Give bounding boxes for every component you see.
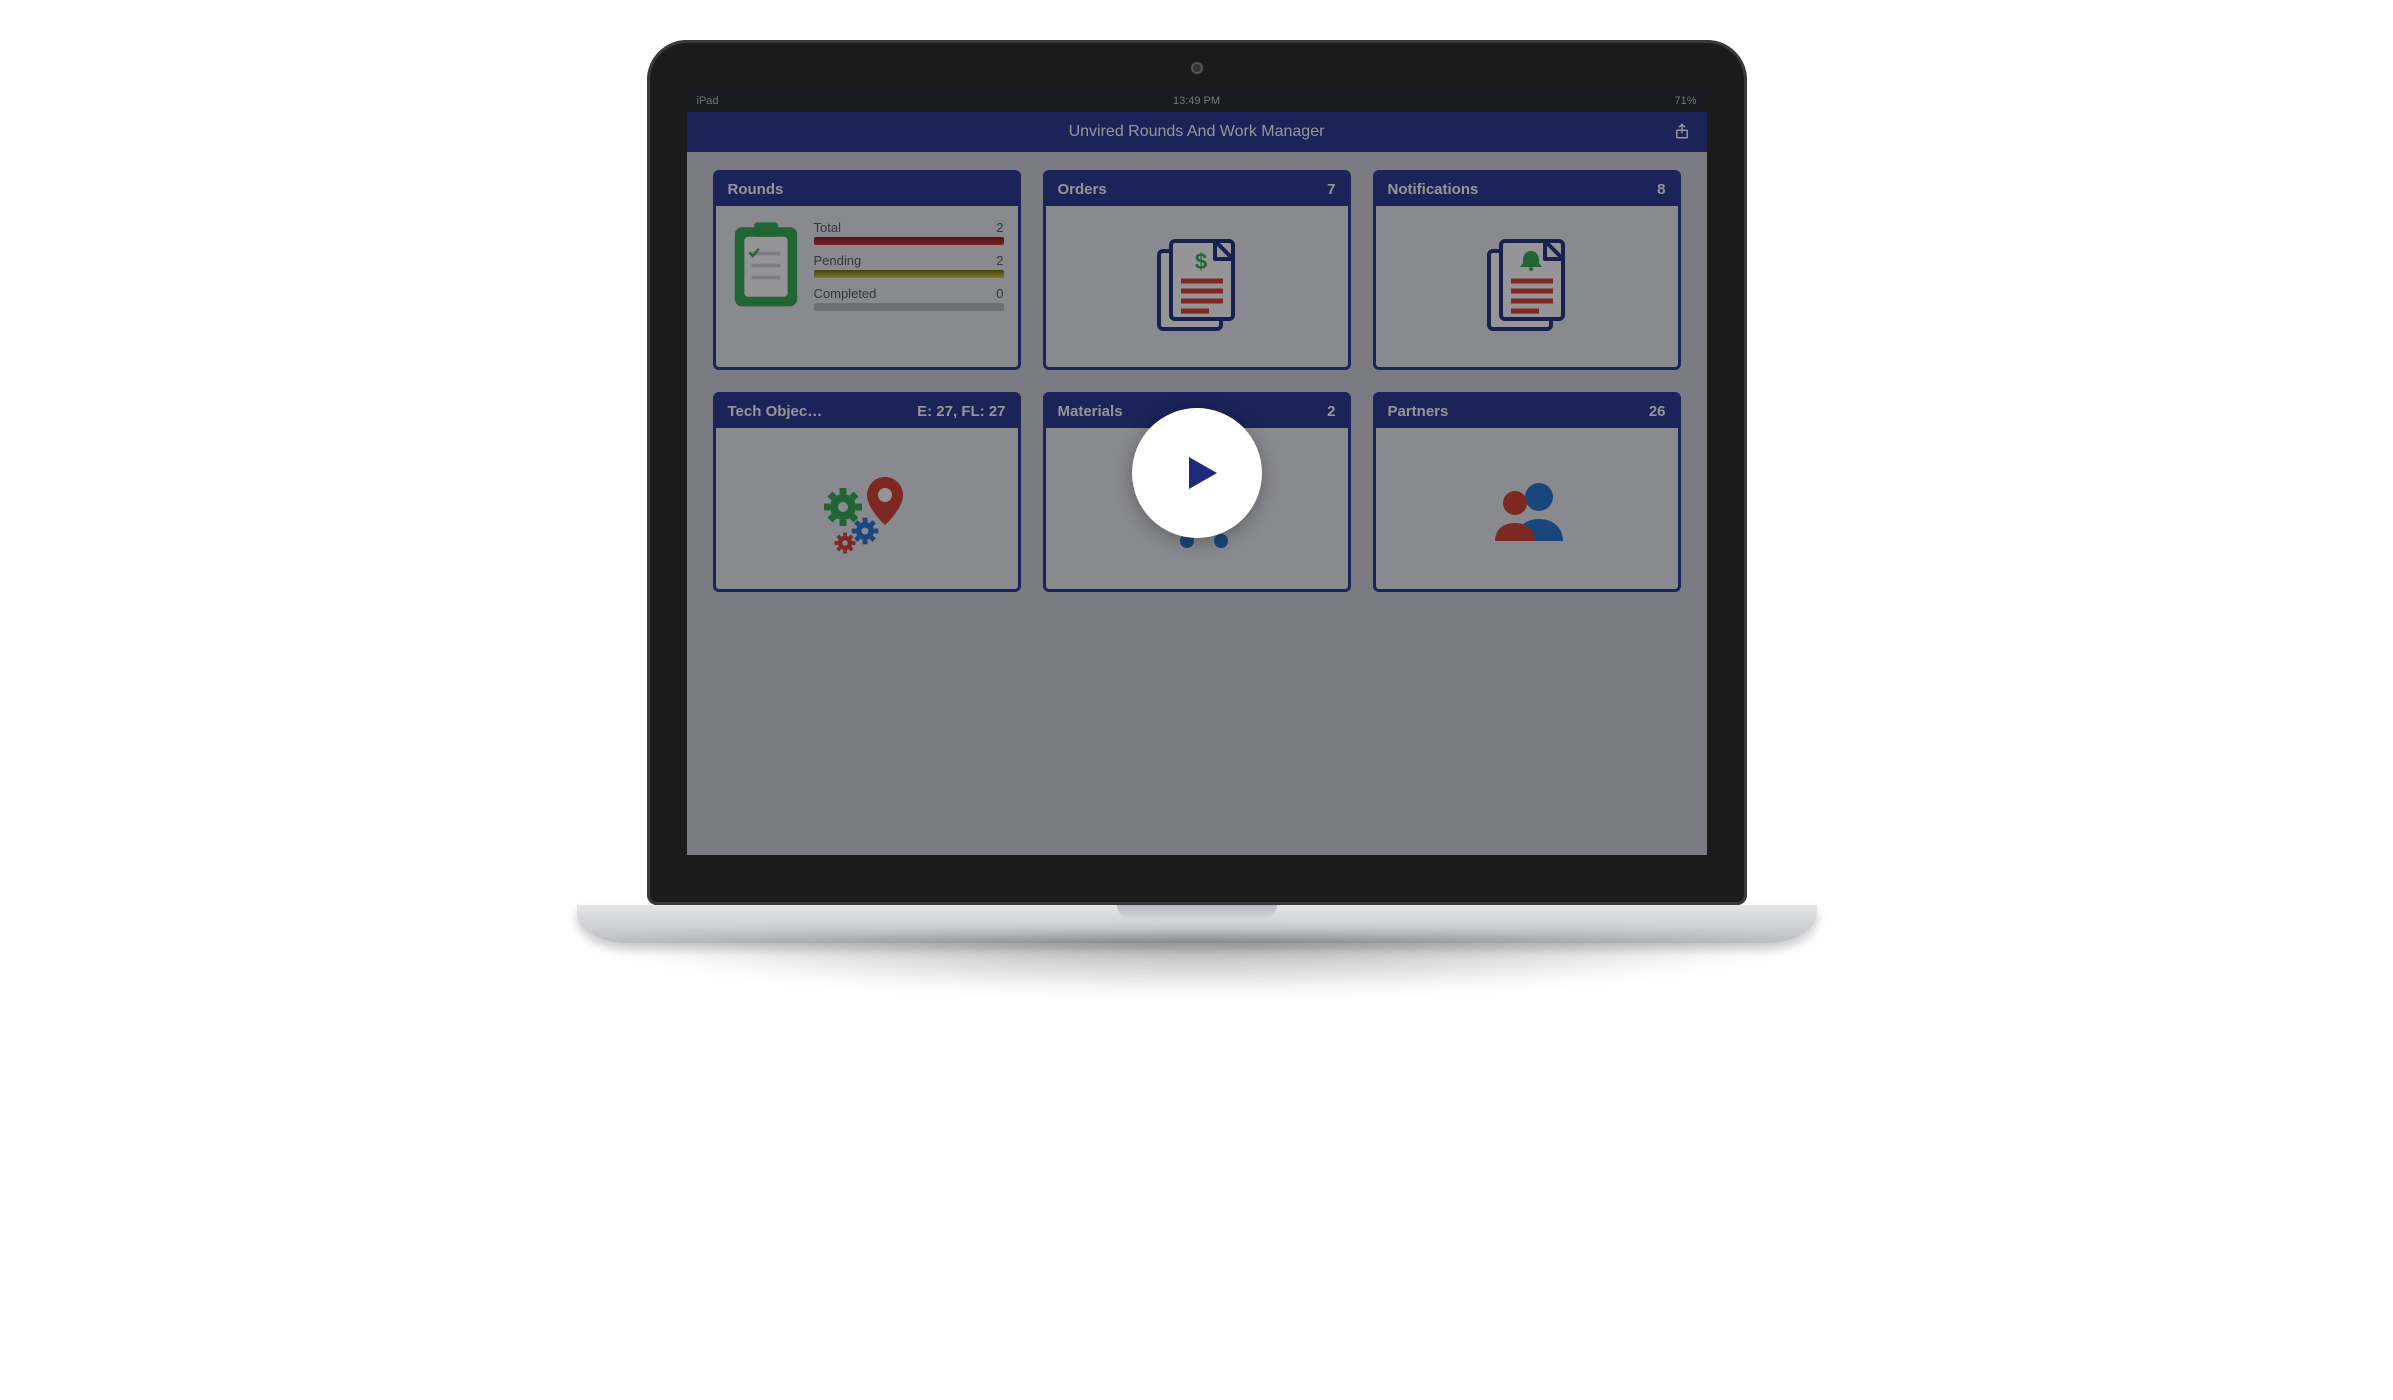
stat-completed: Completed 0: [814, 286, 1004, 311]
card-title: Rounds: [728, 181, 784, 198]
card-header-rounds: Rounds: [716, 173, 1018, 206]
card-notifications[interactable]: Notifications 8: [1373, 170, 1681, 370]
clipboard-icon: [730, 220, 802, 310]
svg-text:$: $: [1194, 249, 1206, 274]
card-count: 8: [1657, 181, 1665, 198]
card-body-partners: [1376, 428, 1678, 589]
status-device-label: iPad: [697, 95, 719, 107]
share-icon[interactable]: [1673, 122, 1691, 142]
laptop-bezel: iPad 13:49 PM 71% Unvired Rounds And Wor…: [647, 40, 1747, 905]
card-title: Orders: [1058, 181, 1107, 198]
stat-value: 0: [996, 286, 1003, 301]
stat-bar-completed: [814, 303, 1004, 311]
laptop-shadow: [577, 935, 1817, 995]
stat-label: Total: [814, 220, 841, 235]
card-count: 26: [1649, 403, 1666, 420]
card-count: 7: [1327, 181, 1335, 198]
card-body-notifications: [1376, 206, 1678, 367]
app-navbar: Unvired Rounds And Work Manager: [687, 112, 1707, 152]
screen: iPad 13:49 PM 71% Unvired Rounds And Wor…: [687, 90, 1707, 855]
card-count: 2: [1327, 403, 1335, 420]
stat-total: Total 2: [814, 220, 1004, 245]
card-header-notifications: Notifications 8: [1376, 173, 1678, 206]
card-body-orders: $: [1046, 206, 1348, 367]
laptop-frame: iPad 13:49 PM 71% Unvired Rounds And Wor…: [647, 40, 1747, 995]
card-header-orders: Orders 7: [1046, 173, 1348, 206]
card-title: Notifications: [1388, 181, 1479, 198]
rounds-stats: Total 2 Pending 2: [814, 220, 1004, 311]
stat-label: Pending: [814, 253, 862, 268]
dashboard-grid: Rounds: [687, 152, 1707, 610]
card-header-partners: Partners 26: [1376, 395, 1678, 428]
card-orders[interactable]: Orders 7 $: [1043, 170, 1351, 370]
people-icon: [1467, 449, 1587, 569]
stage: iPad 13:49 PM 71% Unvired Rounds And Wor…: [0, 0, 2393, 1400]
ipad-status-bar: iPad 13:49 PM 71%: [687, 90, 1707, 112]
card-header-tech-objects: Tech Objec… E: 27, FL: 27: [716, 395, 1018, 428]
card-count: E: 27, FL: 27: [917, 403, 1005, 420]
stat-value: 2: [996, 220, 1003, 235]
stat-bar-total: [814, 237, 1004, 245]
card-title: Materials: [1058, 403, 1123, 420]
card-partners[interactable]: Partners 26: [1373, 392, 1681, 592]
camera-icon: [1191, 62, 1203, 74]
navbar-title: Unvired Rounds And Work Manager: [1069, 123, 1325, 141]
stat-value: 2: [996, 253, 1003, 268]
card-title: Partners: [1388, 403, 1449, 420]
play-button[interactable]: [1132, 408, 1262, 538]
stat-label: Completed: [814, 286, 877, 301]
card-body-rounds: Total 2 Pending 2: [716, 206, 1018, 367]
stat-bar-pending: [814, 270, 1004, 278]
card-rounds[interactable]: Rounds: [713, 170, 1021, 370]
card-title: Tech Objec…: [728, 403, 823, 420]
stat-pending: Pending 2: [814, 253, 1004, 278]
card-body-tech-objects: [716, 428, 1018, 589]
status-battery: 71%: [1674, 95, 1696, 107]
gears-pin-icon: [807, 449, 927, 569]
invoice-dollar-icon: $: [1137, 227, 1257, 347]
card-tech-objects[interactable]: Tech Objec… E: 27, FL: 27: [713, 392, 1021, 592]
status-time: 13:49 PM: [1173, 95, 1220, 107]
document-bell-icon: [1467, 227, 1587, 347]
